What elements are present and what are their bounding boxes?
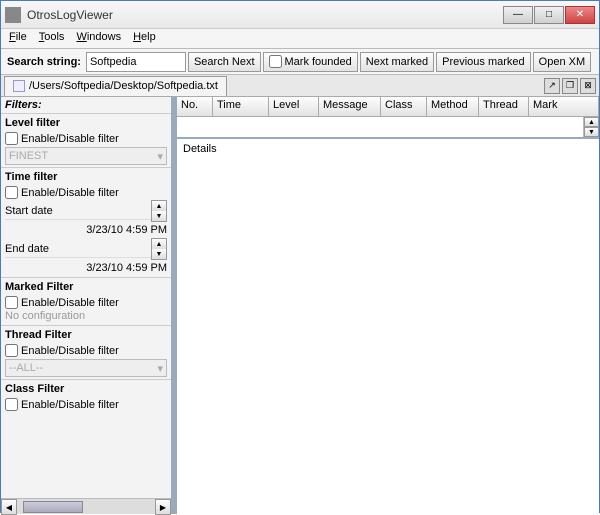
search-input[interactable] xyxy=(86,52,186,72)
level-filter-title: Level filter xyxy=(1,115,171,131)
maximize-button[interactable]: □ xyxy=(534,6,564,24)
menu-windows[interactable]: Windows xyxy=(76,31,121,46)
details-panel: Details xyxy=(177,139,599,514)
search-next-button[interactable]: Search Next xyxy=(188,52,261,72)
tab-detatch-icon[interactable]: ↗ xyxy=(544,78,560,94)
previous-marked-button[interactable]: Previous marked xyxy=(436,52,531,72)
window-title: OtrosLogViewer xyxy=(27,8,503,22)
thread-filter-enable-label: Enable/Disable filter xyxy=(21,345,119,357)
col-message[interactable]: Message xyxy=(319,97,381,116)
thread-filter-title: Thread Filter xyxy=(1,327,171,343)
next-marked-button[interactable]: Next marked xyxy=(360,52,434,72)
col-mark[interactable]: Mark xyxy=(529,97,599,116)
scrollbar-thumb[interactable] xyxy=(23,501,83,513)
window-titlebar: OtrosLogViewer — □ ✕ xyxy=(1,1,599,29)
time-filter-title: Time filter xyxy=(1,169,171,185)
level-filter-group: Level filter Enable/Disable filter FINES… xyxy=(1,113,171,167)
col-time[interactable]: Time xyxy=(213,97,269,116)
col-thread[interactable]: Thread xyxy=(479,97,529,116)
log-table-header: No. Time Level Message Class Method Thre… xyxy=(177,97,599,117)
col-method[interactable]: Method xyxy=(427,97,479,116)
document-icon xyxy=(13,80,25,92)
class-filter-enable-checkbox[interactable] xyxy=(5,398,18,411)
end-date-spinner[interactable]: ▲▼ xyxy=(151,238,167,260)
marked-filter-enable-checkbox[interactable] xyxy=(5,296,18,309)
marked-filter-enable-label: Enable/Disable filter xyxy=(21,297,119,309)
menu-help[interactable]: Help xyxy=(133,31,156,46)
thread-filter-enable-checkbox[interactable] xyxy=(5,344,18,357)
filters-header: Filters: xyxy=(1,97,171,113)
app-icon xyxy=(5,7,21,23)
marked-filter-group: Marked Filter Enable/Disable filter No c… xyxy=(1,277,171,325)
class-filter-title: Class Filter xyxy=(1,381,171,397)
log-table-body[interactable]: ▲▼ xyxy=(177,117,599,139)
marked-filter-title: Marked Filter xyxy=(1,279,171,295)
table-vscrollbar[interactable]: ▲▼ xyxy=(583,117,599,137)
tab-close-icon[interactable]: ⊠ xyxy=(580,78,596,94)
level-filter-enable-checkbox[interactable] xyxy=(5,132,18,145)
mark-founded-checkbox[interactable] xyxy=(269,55,282,68)
col-level[interactable]: Level xyxy=(269,97,319,116)
mark-founded-button[interactable]: Mark founded xyxy=(263,52,358,72)
thread-filter-group: Thread Filter Enable/Disable filter --AL… xyxy=(1,325,171,379)
toolbar: Search string: Search Next Mark founded … xyxy=(1,49,599,75)
col-no[interactable]: No. xyxy=(177,97,213,116)
time-filter-enable-checkbox[interactable] xyxy=(5,186,18,199)
open-xml-button[interactable]: Open XM xyxy=(533,52,591,72)
start-date-label: Start date xyxy=(5,203,151,220)
document-tab[interactable]: /Users/Softpedia/Desktop/Softpedia.txt xyxy=(4,76,227,96)
thread-filter-select[interactable]: --ALL--▾ xyxy=(5,359,167,377)
start-date-spinner[interactable]: ▲▼ xyxy=(151,200,167,222)
menu-tools[interactable]: Tools xyxy=(39,31,65,46)
details-label: Details xyxy=(183,143,217,155)
filters-sidebar: Filters: Level filter Enable/Disable fil… xyxy=(1,97,173,514)
chevron-down-icon: ▾ xyxy=(157,150,163,163)
level-filter-enable-label: Enable/Disable filter xyxy=(21,133,119,145)
menubar: File Tools Windows Help xyxy=(1,29,599,49)
main-panel: No. Time Level Message Class Method Thre… xyxy=(177,97,599,514)
sidebar-hscrollbar[interactable]: ◀ ▶ xyxy=(1,498,171,514)
chevron-down-icon: ▾ xyxy=(157,362,163,375)
document-tabbar: /Users/Softpedia/Desktop/Softpedia.txt ↗… xyxy=(1,75,599,97)
close-button[interactable]: ✕ xyxy=(565,6,595,24)
tab-restore-icon[interactable]: ❐ xyxy=(562,78,578,94)
end-date-label: End date xyxy=(5,241,151,258)
minimize-button[interactable]: — xyxy=(503,6,533,24)
document-tab-label: /Users/Softpedia/Desktop/Softpedia.txt xyxy=(29,80,218,92)
class-filter-enable-label: Enable/Disable filter xyxy=(21,399,119,411)
start-date-value[interactable]: 3/23/10 4:59 PM xyxy=(1,222,171,238)
search-label: Search string: xyxy=(7,56,81,68)
col-class[interactable]: Class xyxy=(381,97,427,116)
time-filter-group: Time filter Enable/Disable filter Start … xyxy=(1,167,171,277)
class-filter-group: Class Filter Enable/Disable filter xyxy=(1,379,171,413)
end-date-value[interactable]: 3/23/10 4:59 PM xyxy=(1,260,171,276)
time-filter-enable-label: Enable/Disable filter xyxy=(21,187,119,199)
level-filter-select[interactable]: FINEST▾ xyxy=(5,147,167,165)
menu-file[interactable]: File xyxy=(9,31,27,46)
marked-filter-noconf: No configuration xyxy=(1,310,171,324)
